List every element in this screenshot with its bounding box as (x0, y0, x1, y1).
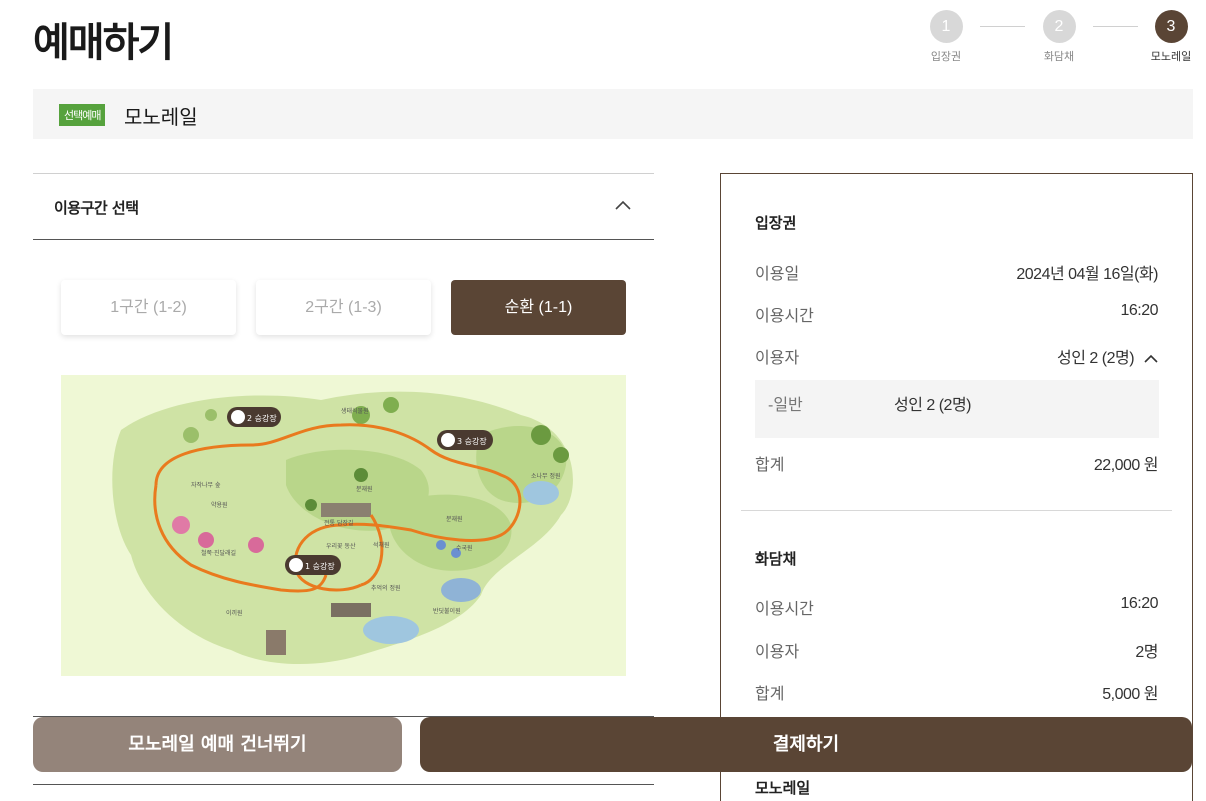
map-place-label: 반딧불이원 (433, 607, 461, 615)
step-number: 2 (1042, 10, 1076, 43)
date-value: 2024년 04월 16일(화) (1016, 266, 1158, 283)
selection-tag: 선택예매 (59, 104, 106, 126)
step-connector (980, 26, 1025, 27)
booking-summary-panel: 입장권 이용일 2024년 04월 16일(화) 이용시간 16:20 이용자 … (720, 173, 1193, 801)
route-section-title: 이용구간 선택 (54, 199, 139, 217)
step-connector (1093, 26, 1138, 27)
step-label: 화담채 (1043, 50, 1075, 63)
users-detail-box: -일반 성인 2 (2명) (755, 380, 1159, 438)
total-value: 5,000 원 (1102, 686, 1158, 703)
admission-section-title: 입장권 (755, 214, 797, 232)
map-place-label: 소나무 정원 (531, 472, 561, 480)
map-place-label: 수국원 (456, 544, 473, 552)
map-place-label: 이끼원 (226, 609, 243, 617)
time-label: 이용시간 (755, 308, 814, 325)
users-toggle[interactable]: 성인 2 (2명) (1057, 344, 1158, 368)
map-place-label: 생태식물원 (341, 407, 369, 415)
chevron-up-icon[interactable] (1144, 354, 1158, 364)
step-label: 모노레일 (1150, 50, 1192, 63)
route-section-header[interactable]: 이용구간 선택 (33, 173, 654, 240)
time-value: 16:20 (1120, 595, 1158, 612)
total-label: 합계 (755, 686, 785, 703)
users-label: 이용자 (755, 350, 800, 367)
users-label: 이용자 (755, 644, 800, 661)
section-divider (741, 510, 1172, 511)
step-number: 1 (929, 10, 963, 43)
step-number: 3 (1154, 10, 1188, 43)
map-place-label: 전통 담장길 (324, 519, 354, 527)
map-place-label: 추억의 정원 (371, 584, 401, 592)
map-illustration: 1 승강장 2 승강장 3 승강장 생태식물원 자작나무 숲 분재원 소나무 정… (112, 391, 573, 665)
page-title: 예매하기 (33, 20, 174, 66)
banner-title: 모노레일 (124, 105, 198, 129)
station-marker-3: 3 승강장 (437, 430, 493, 450)
date-label: 이용일 (755, 266, 800, 283)
step-label: 입장권 (930, 50, 962, 63)
route-option-section1[interactable]: 1구간 (1-2) (61, 280, 236, 335)
time-value: 16:20 (1120, 302, 1158, 319)
station-label-1: 1 승강장 (305, 561, 335, 571)
monorail-section-title: 모노레일 (755, 779, 811, 797)
users-value: 2명 (1135, 644, 1158, 661)
users-value: 성인 2 (2명) (1057, 350, 1135, 367)
total-label: 합계 (755, 457, 785, 474)
station-label-2: 2 승강장 (247, 413, 277, 423)
station-label-3: 3 승강장 (457, 436, 487, 446)
step-indicator: 1 입장권 2 화담채 3 모노레일 (925, 10, 1195, 70)
detail-value: 성인 2 (2명) (894, 397, 972, 414)
map-place-label: 자작나무 숲 (191, 481, 221, 489)
map-place-label: 우리꽃 동산 (326, 542, 356, 550)
station-marker-1: 1 승강장 (285, 555, 341, 575)
route-option-section2[interactable]: 2구간 (1-3) (256, 280, 431, 335)
map-place-label: 분재원 (356, 485, 373, 493)
chevron-up-icon[interactable] (612, 194, 634, 216)
time-label: 이용시간 (755, 601, 814, 618)
map-place-label: 약용원 (211, 501, 228, 509)
step-2: 2 화담채 (1029, 10, 1089, 64)
monorail-route-map: 1 승강장 2 승강장 3 승강장 생태식물원 자작나무 숲 분재원 소나무 정… (61, 375, 626, 676)
detail-label: -일반 (768, 397, 803, 414)
map-place-label: 석채원 (373, 541, 390, 549)
route-option-loop[interactable]: 순환 (1-1) (451, 280, 626, 335)
total-value: 22,000 원 (1093, 457, 1159, 474)
step-3: 3 모노레일 (1141, 10, 1201, 64)
selection-banner: 선택예매 모노레일 (33, 89, 1193, 139)
station-marker-2: 2 승강장 (227, 407, 281, 427)
pay-button[interactable]: 결제하기 (420, 717, 1192, 772)
step-1: 1 입장권 (916, 10, 976, 64)
divider (33, 784, 654, 785)
map-place-label: 분재원 (446, 515, 463, 523)
hwadamchae-section-title: 화담채 (755, 550, 797, 568)
map-place-label: 철쭉·진달래길 (201, 549, 236, 557)
skip-monorail-button[interactable]: 모노레일 예매 건너뛰기 (33, 717, 402, 772)
